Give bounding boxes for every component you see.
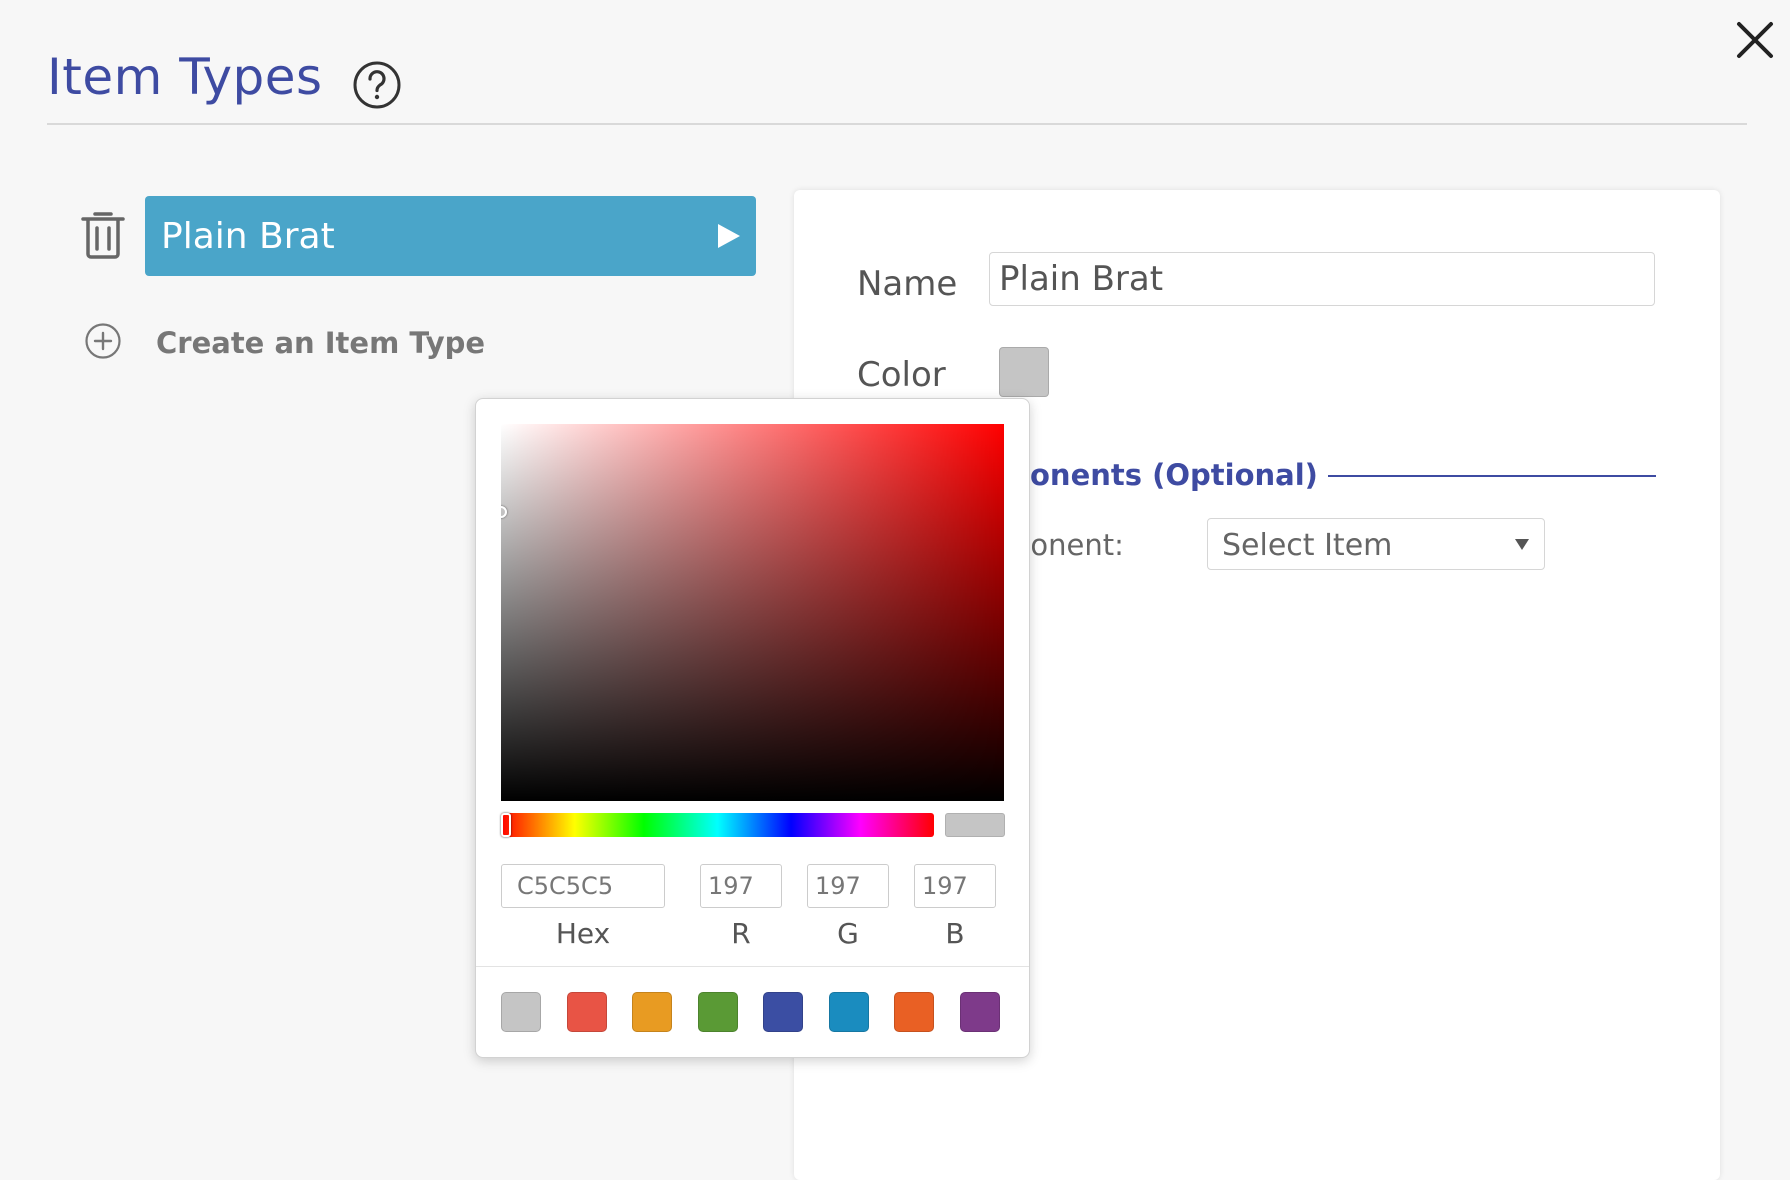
color-swatch-button[interactable] — [999, 347, 1049, 397]
header-divider — [47, 123, 1747, 125]
green-input[interactable] — [807, 864, 889, 908]
components-heading: onents (Optional) — [1030, 458, 1318, 492]
item-type-label: Plain Brat — [161, 216, 335, 257]
preset-swatch[interactable] — [829, 992, 869, 1032]
page-title: Item Types — [47, 48, 323, 106]
green-label: G — [837, 917, 859, 950]
components-divider — [1328, 475, 1656, 477]
hex-label: Hex — [555, 917, 611, 950]
preset-swatch[interactable] — [501, 992, 541, 1032]
preset-swatch[interactable] — [763, 992, 803, 1032]
color-preview — [945, 813, 1005, 837]
preset-swatch[interactable] — [960, 992, 1000, 1032]
item-type-row[interactable]: Plain Brat — [145, 196, 756, 276]
blue-label: B — [945, 917, 965, 950]
select-item-label: Select Item — [1222, 528, 1393, 563]
saturation-value-area[interactable] — [501, 424, 1004, 801]
help-icon[interactable] — [352, 60, 402, 110]
color-label: Color — [857, 355, 946, 395]
trash-icon[interactable] — [80, 208, 126, 260]
hex-input[interactable] — [501, 864, 665, 908]
preset-swatch[interactable] — [894, 992, 934, 1032]
select-item-dropdown[interactable]: Select Item — [1207, 518, 1545, 570]
create-item-type-label: Create an Item Type — [156, 326, 486, 360]
value-gradient — [501, 424, 1004, 801]
preset-swatch[interactable] — [698, 992, 738, 1032]
name-input[interactable] — [989, 252, 1655, 306]
add-circle-icon — [85, 323, 121, 359]
preset-swatch[interactable] — [567, 992, 607, 1032]
blue-input[interactable] — [914, 864, 996, 908]
red-label: R — [731, 917, 751, 950]
red-input[interactable] — [700, 864, 782, 908]
picker-divider — [476, 966, 1029, 967]
close-icon[interactable] — [1733, 18, 1777, 62]
preset-swatch[interactable] — [632, 992, 672, 1032]
color-picker: Hex R G B — [475, 398, 1030, 1058]
hue-slider[interactable] — [501, 813, 934, 837]
caret-down-icon — [1515, 539, 1529, 550]
play-arrow-icon — [718, 224, 740, 248]
hue-slider-handle[interactable] — [501, 813, 511, 837]
name-label: Name — [857, 264, 958, 304]
